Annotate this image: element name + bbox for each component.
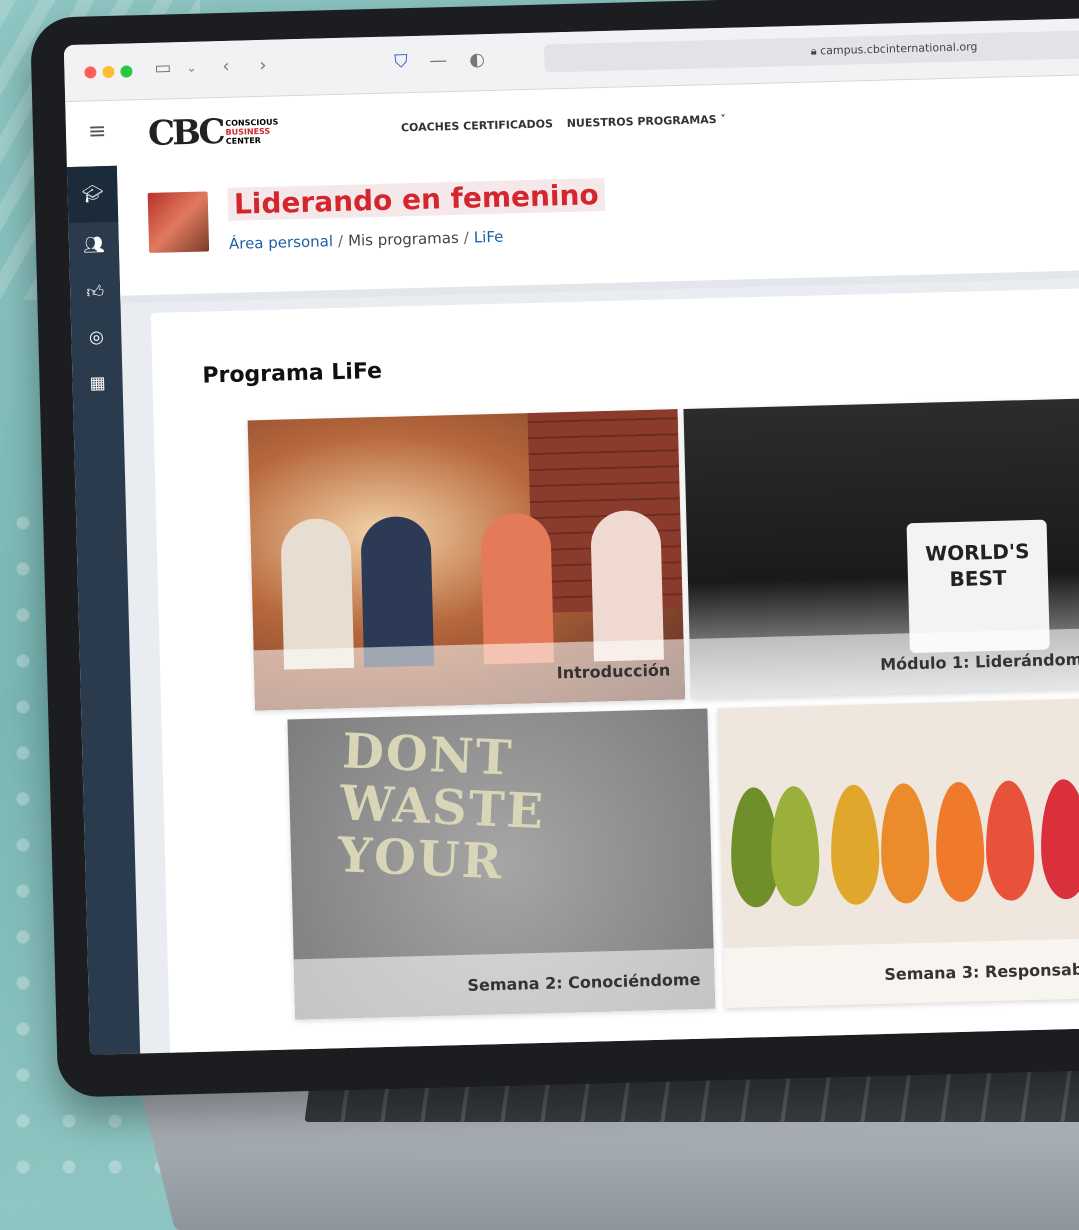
card-label: Semana 3: Responsabil xyxy=(723,932,1079,1009)
logo-text: CONSCIOUS BUSINESS CENTER xyxy=(225,117,279,146)
leaf-image xyxy=(984,780,1036,902)
card-label: Introducción xyxy=(253,639,686,711)
course-content: Programa LiFe Introducción WORLD'S BEST … xyxy=(150,285,1079,1055)
breadcrumb: Área personal / Mis programas / LiFe xyxy=(228,227,504,253)
site-logo[interactable]: CBC CONSCIOUS BUSINESS CENTER xyxy=(148,111,280,154)
nav-programs[interactable]: NUESTROS PROGRAMAS ˅ xyxy=(567,113,727,130)
logo-mark: CBC xyxy=(147,112,224,154)
card-introduccion[interactable]: Introducción xyxy=(247,409,686,711)
calendar-icon[interactable]: ▦ xyxy=(72,360,123,407)
thumbs-up-icon[interactable]: 👍︎ xyxy=(70,268,121,315)
program-title: Programa LiFe xyxy=(202,358,383,389)
card-label: Módulo 1: Liderándome xyxy=(689,623,1079,699)
course-avatar xyxy=(147,191,210,253)
leaf-image xyxy=(879,782,931,904)
maximize-window-button[interactable] xyxy=(120,65,133,78)
main-nav: COACHES CERTIFICADOS NUESTROS PROGRAMAS … xyxy=(401,113,736,135)
page-title: Liderando en femenino xyxy=(227,178,606,221)
graduation-cap-icon[interactable]: 🎓︎ xyxy=(66,165,119,224)
leaf-image xyxy=(769,785,821,907)
compass-icon[interactable]: ◎ xyxy=(71,314,122,361)
hamburger-menu-icon[interactable]: ≡ xyxy=(88,119,107,144)
laptop-screen: ▭ ⌄ ‹ › ⛉ — ◐ 🔒︎ campus.cbcinternational… xyxy=(63,15,1079,1055)
lock-icon: 🔒︎ xyxy=(810,44,821,58)
users-icon[interactable]: 👥︎ xyxy=(68,222,119,269)
leaf-image xyxy=(829,784,881,906)
address-bar[interactable]: 🔒︎ campus.cbcinternational.org xyxy=(543,26,1079,73)
person-figure xyxy=(360,515,435,668)
card-modulo-1[interactable]: WORLD'S BEST Módulo 1: Liderándome xyxy=(683,393,1079,699)
dash-icon: — xyxy=(428,50,448,72)
shield-icon[interactable]: ⛉ xyxy=(394,51,408,72)
nav-coaches[interactable]: COACHES CERTIFICADOS xyxy=(401,117,553,134)
sidebar-toggle-icon[interactable]: ▭ xyxy=(154,57,172,78)
chevron-down-icon[interactable]: ⌄ xyxy=(186,61,196,75)
card-label: Semana 2: Conociéndome xyxy=(293,948,716,1020)
graffiti-text: DONT WASTE YOUR xyxy=(336,723,547,891)
breadcrumb-home[interactable]: Área personal xyxy=(229,232,333,253)
card-semana-2[interactable]: DONT WASTE YOUR Semana 2: Conociéndome xyxy=(287,708,716,1020)
person-figure xyxy=(590,509,665,662)
course-header: Liderando en femenino Área personal / Mis … xyxy=(116,137,1079,304)
person-figure xyxy=(480,512,555,665)
url-text: campus.cbcinternational.org xyxy=(819,40,978,58)
leaf-image xyxy=(1039,778,1079,900)
card-semana-3[interactable]: Semana 3: Responsabil xyxy=(717,693,1079,1009)
forward-icon[interactable]: › xyxy=(259,55,267,76)
breadcrumb-programs[interactable]: Mis programas xyxy=(348,229,459,250)
close-window-button[interactable] xyxy=(84,66,97,79)
laptop: ▭ ⌄ ‹ › ⛉ — ◐ 🔒︎ campus.cbcinternational… xyxy=(30,0,1079,1098)
minimize-window-button[interactable] xyxy=(102,65,115,79)
leaf-image xyxy=(934,781,986,903)
privacy-icon[interactable]: ◐ xyxy=(469,49,485,70)
back-icon[interactable]: ‹ xyxy=(222,56,230,77)
breadcrumb-current[interactable]: LiFe xyxy=(474,228,504,247)
person-figure xyxy=(280,517,355,670)
